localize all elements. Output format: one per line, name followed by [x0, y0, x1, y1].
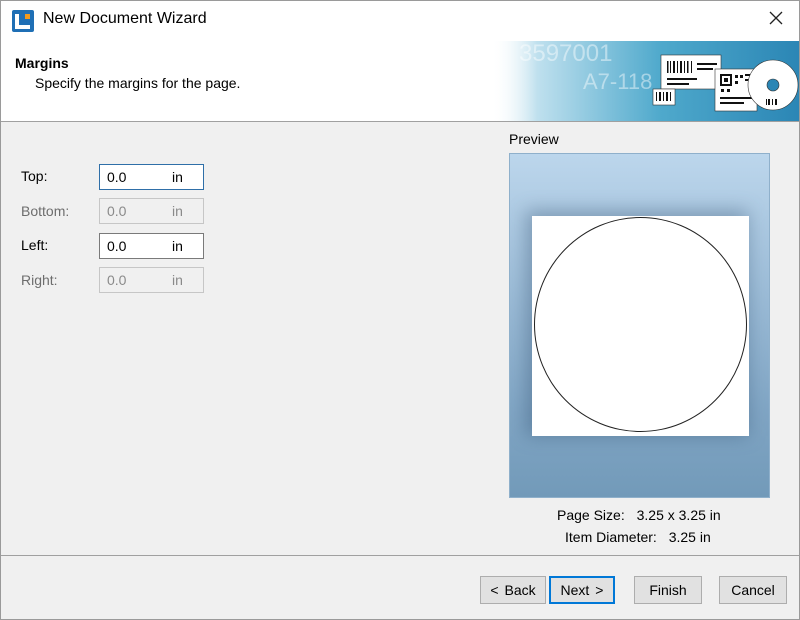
page-size-label: Page Size:: [557, 507, 625, 523]
top-margin-label: Top:: [21, 168, 48, 184]
title-bar: New Document Wizard: [1, 1, 799, 41]
item-diameter-info: Item Diameter: 3.25 in: [565, 529, 711, 545]
right-margin-unit: in: [172, 272, 183, 288]
left-margin-value: 0.0: [107, 238, 127, 254]
top-margin-value: 0.0: [107, 169, 127, 185]
preview-label: Preview: [509, 131, 559, 147]
finish-button-label: Finish: [649, 582, 687, 598]
next-button[interactable]: Next >: [549, 576, 615, 604]
app-logo-icon: [12, 10, 34, 32]
right-margin-value: 0.0: [107, 272, 127, 288]
wizard-window: New Document Wizard Margins Specify the …: [0, 0, 800, 620]
item-diameter-value: 3.25 in: [668, 529, 711, 545]
left-margin-input[interactable]: 0.0 in: [99, 233, 204, 259]
top-margin-input[interactable]: 0.0 in: [99, 164, 204, 190]
close-button[interactable]: [753, 1, 799, 37]
right-margin-label: Right:: [21, 272, 58, 288]
header-banner-image: 3597001 A7-118: [491, 41, 799, 121]
page-subtitle: Specify the margins for the page.: [35, 75, 241, 91]
back-button[interactable]: < Back: [480, 576, 546, 604]
disc-outline: [534, 217, 747, 432]
next-button-label: Next: [560, 582, 590, 598]
back-button-label: Back: [504, 582, 536, 598]
left-margin-unit: in: [172, 238, 183, 254]
left-margin-label: Left:: [21, 237, 49, 253]
page-size-info: Page Size: 3.25 x 3.25 in: [557, 507, 721, 523]
page-size-value: 3.25 x 3.25 in: [636, 507, 721, 523]
preview-page: [532, 216, 749, 436]
page-title: Margins: [15, 55, 69, 71]
cancel-button-label: Cancel: [731, 582, 775, 598]
cancel-button[interactable]: Cancel: [719, 576, 787, 604]
bottom-margin-unit: in: [172, 203, 183, 219]
chevron-left-icon: <: [490, 582, 499, 598]
top-margin-unit: in: [172, 169, 183, 185]
chevron-right-icon: >: [595, 582, 604, 598]
footer-divider: [1, 555, 799, 556]
bottom-margin-value: 0.0: [107, 203, 127, 219]
close-icon: [769, 11, 783, 28]
banner-text-2: A7-118: [583, 69, 652, 94]
item-diameter-label: Item Diameter:: [565, 529, 657, 545]
bottom-margin-input[interactable]: 0.0 in: [99, 198, 204, 224]
wizard-header: Margins Specify the margins for the page…: [1, 41, 799, 122]
window-title: New Document Wizard: [43, 10, 207, 27]
banner-text-1: 3597001: [519, 41, 612, 67]
bottom-margin-label: Bottom:: [21, 203, 70, 219]
preview-panel: [509, 153, 770, 498]
right-margin-input[interactable]: 0.0 in: [99, 267, 204, 293]
finish-button[interactable]: Finish: [634, 576, 702, 604]
